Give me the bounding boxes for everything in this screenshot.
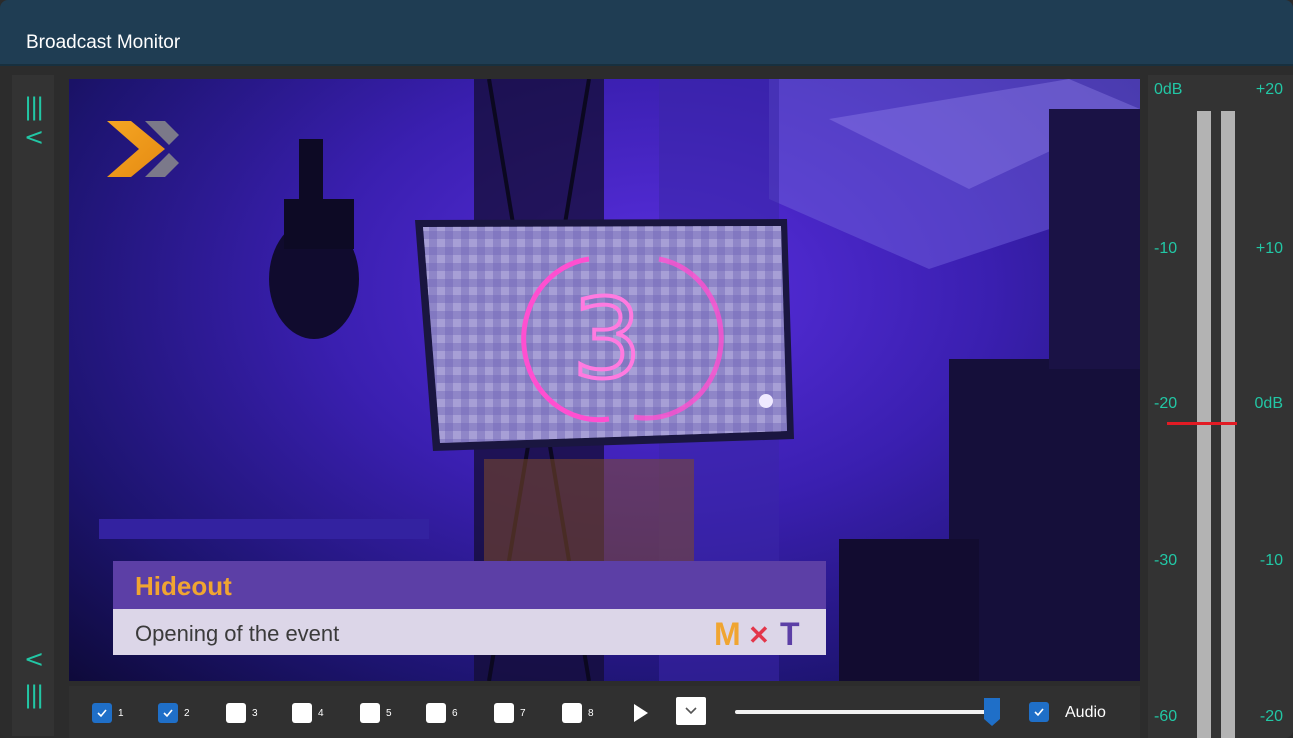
channel-8-toggle[interactable]: 8: [562, 702, 594, 724]
audio-checkbox[interactable]: [1029, 702, 1049, 722]
title-bar: Broadcast Monitor: [0, 0, 1293, 66]
panel-grip-icon-top[interactable]: |||: [24, 95, 44, 119]
channel-3-toggle[interactable]: 3: [226, 702, 258, 724]
volume-slider-thumb[interactable]: [983, 697, 1001, 727]
panel-grip-icon-bottom[interactable]: |||: [24, 683, 44, 707]
channel-1-label: 1: [118, 707, 124, 719]
check-icon: [163, 709, 173, 718]
meter-scale-right-2: 0dB: [1254, 395, 1283, 412]
svg-text:M: M: [714, 616, 741, 649]
meter-scale-right-3: -10: [1259, 552, 1283, 569]
svg-text:T: T: [780, 616, 800, 649]
channel-8-checkbox[interactable]: [562, 703, 582, 723]
channel-4-toggle[interactable]: 4: [292, 702, 324, 724]
channel-2-label: 2: [184, 707, 190, 719]
meter-scale-left-0: 0dB: [1154, 81, 1183, 98]
audio-label: Audio: [1065, 704, 1106, 721]
channel-6-checkbox[interactable]: [426, 703, 446, 723]
volume-slider[interactable]: [735, 710, 997, 714]
channel-5-checkbox[interactable]: [360, 703, 380, 723]
lower-third: Hideout Opening of the event M ✕ T: [113, 561, 826, 655]
channel-3-checkbox[interactable]: [226, 703, 246, 723]
playback-controls: 1 2 3 4 5 6 7 8 Audio: [69, 686, 1140, 738]
svg-text:✕: ✕: [748, 620, 770, 649]
meter-scale-right-0: +20: [1255, 81, 1283, 98]
meter-scale-right-1: +10: [1255, 240, 1283, 257]
meter-scale-right-4: -20: [1259, 708, 1283, 725]
play-icon[interactable]: [632, 702, 650, 724]
side-panel: ||| < < |||: [12, 75, 54, 736]
channel-7-toggle[interactable]: 7: [494, 702, 526, 724]
channel-6-label: 6: [452, 707, 458, 719]
meter-scale-left-4: -60: [1154, 708, 1178, 725]
channel-7-label: 7: [520, 707, 526, 719]
lower-third-subtitle-bar: Opening of the event M ✕ T: [113, 609, 826, 655]
channel-8-label: 8: [588, 707, 594, 719]
check-icon: [97, 709, 107, 718]
peak-marker: [1167, 422, 1237, 425]
audio-level-meter: 0dB -10 -20 -30 -60 +20 +10 0dB -10 -20: [1148, 75, 1293, 738]
channel-7-checkbox[interactable]: [494, 703, 514, 723]
channel-6-toggle[interactable]: 6: [426, 702, 458, 724]
channel-4-checkbox[interactable]: [292, 703, 312, 723]
meter-scale-left-1: -10: [1154, 240, 1178, 257]
channel-2-toggle[interactable]: 2: [158, 702, 190, 724]
broadcast-monitor-window: Broadcast Monitor ||| < < ||| 3 Hideout …: [0, 0, 1293, 738]
check-icon: [1034, 708, 1044, 717]
source-dropdown[interactable]: [676, 697, 706, 725]
channel-5-toggle[interactable]: 5: [360, 702, 392, 724]
channel-3-label: 3: [252, 707, 258, 719]
collapse-left-icon-bottom[interactable]: <: [24, 647, 44, 671]
lower-third-name: Hideout: [135, 571, 232, 601]
meter-scale-left-2: -20: [1154, 395, 1178, 412]
collapse-left-icon-top[interactable]: <: [24, 125, 44, 149]
station-logo-icon: [107, 121, 179, 177]
lower-third-subtitle: Opening of the event: [135, 621, 340, 646]
channel-1-checkbox[interactable]: [92, 703, 112, 723]
window-title: Broadcast Monitor: [26, 32, 181, 53]
chevron-down-icon: [685, 707, 697, 715]
channel-5-label: 5: [386, 707, 392, 719]
channel-1-toggle[interactable]: 1: [92, 702, 124, 724]
channel-4-label: 4: [318, 707, 324, 719]
lower-third-title-bar: Hideout: [113, 561, 826, 609]
meter-scale-left-3: -30: [1154, 552, 1178, 569]
channel-2-checkbox[interactable]: [158, 703, 178, 723]
neon-number: 3: [572, 275, 642, 403]
mxt-logo: M ✕ T: [714, 616, 800, 649]
